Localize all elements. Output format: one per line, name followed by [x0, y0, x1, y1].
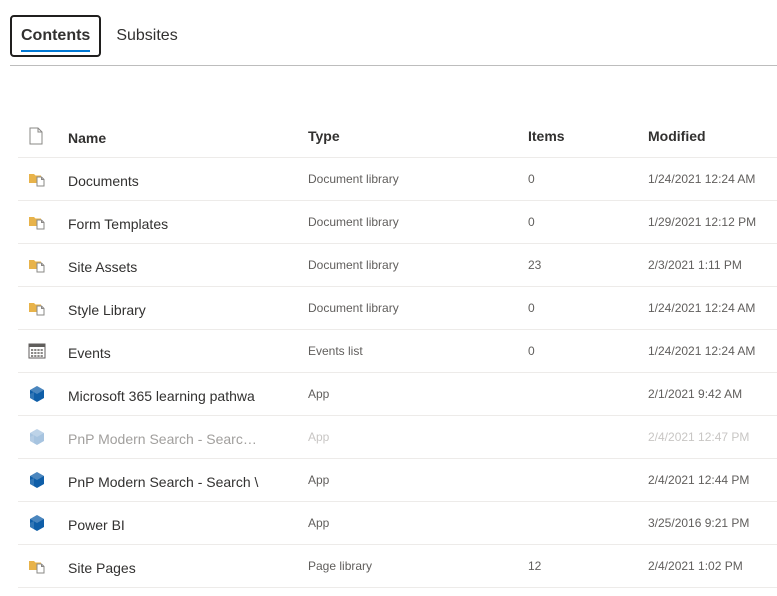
item-count: 0	[528, 172, 535, 186]
list-row[interactable]: PnP Modern Search - Searc… App 2/4/2021 12…	[18, 416, 777, 459]
item-type: App	[308, 473, 330, 487]
item-name-link[interactable]: PnP Modern Search - Search \	[68, 470, 268, 490]
library-icon	[18, 171, 68, 187]
tab-divider	[10, 65, 777, 66]
column-header-type[interactable]: Type	[308, 128, 528, 144]
item-modified: 2/1/2021 9:42 AM	[648, 387, 743, 401]
list-row[interactable]: Microsoft 365 learning pathwa App 2/1/2021…	[18, 373, 777, 416]
item-type: Page library	[308, 559, 373, 573]
item-type: Document library	[308, 215, 399, 229]
library-icon	[18, 257, 68, 273]
tab-subsites[interactable]: Subsites	[107, 17, 186, 55]
item-modified: 3/25/2016 9:21 PM	[648, 516, 750, 530]
item-modified: 1/29/2021 12:12 PM	[648, 215, 757, 229]
tab-bar: Contents Subsites	[10, 15, 187, 57]
item-name-link[interactable]: PnP Modern Search - Searc…	[68, 427, 308, 447]
item-type: App	[308, 430, 330, 444]
list-row[interactable]: Power BI App 3/25/2016 9:21 PM	[18, 502, 777, 545]
list-header: Name Type Items Modified	[18, 114, 777, 158]
item-type: App	[308, 516, 330, 530]
calendar-icon	[18, 343, 68, 359]
item-modified: 2/3/2021 1:11 PM	[648, 258, 742, 272]
item-name-link[interactable]: Form Templates	[68, 212, 308, 232]
item-type: Document library	[308, 258, 399, 272]
list-row[interactable]: Site Assets Document library 23 2/3/2021 1:…	[18, 244, 777, 287]
item-count: 0	[528, 301, 535, 315]
contents-list: Name Type Items Modified Documents Docume…	[18, 114, 777, 588]
item-count: 0	[528, 215, 535, 229]
item-type: Document library	[308, 172, 399, 186]
list-row[interactable]: Documents Document library 0 1/24/2021 12:2…	[18, 158, 777, 201]
item-type: App	[308, 387, 330, 401]
item-name-link[interactable]: Style Library	[68, 298, 308, 318]
item-modified: 1/24/2021 12:24 AM	[648, 301, 756, 315]
item-name-link[interactable]: Site Assets	[68, 255, 308, 275]
item-modified: 1/24/2021 12:24 AM	[648, 172, 756, 186]
library-icon	[18, 300, 68, 316]
item-type: Events list	[308, 344, 363, 358]
item-name-link[interactable]: Events	[68, 341, 308, 361]
item-name-link[interactable]: Power BI	[68, 513, 308, 533]
list-row[interactable]: PnP Modern Search - Search \ App 2/4/2021 …	[18, 459, 777, 502]
document-icon	[29, 127, 43, 144]
item-modified: 1/24/2021 12:24 AM	[648, 344, 756, 358]
item-type: Document library	[308, 301, 399, 315]
item-name-link[interactable]: Microsoft 365 learning pathwa	[68, 384, 268, 404]
item-modified: 2/4/2021 12:47 PM	[648, 430, 750, 444]
list-row[interactable]: Style Library Document library 0 1/24/2021 …	[18, 287, 777, 330]
list-row[interactable]: Site Pages Page library 12 2/4/2021 1:02 PM	[18, 545, 777, 588]
library-icon	[18, 558, 68, 574]
column-header-name[interactable]: Name	[68, 126, 308, 146]
list-row[interactable]: Form Templates Document library 0 1/29/2021…	[18, 201, 777, 244]
library-icon	[18, 214, 68, 230]
item-modified: 2/4/2021 12:44 PM	[648, 473, 750, 487]
list-row[interactable]: Events Events list 0 1/24/2021 12:24 AM	[18, 330, 777, 373]
item-count: 23	[528, 258, 542, 272]
column-header-items[interactable]: Items	[528, 128, 648, 144]
item-name-link[interactable]: Documents	[68, 169, 308, 189]
app-icon	[18, 514, 68, 532]
item-modified: 2/4/2021 1:02 PM	[648, 559, 743, 573]
item-count: 12	[528, 559, 542, 573]
file-type-header[interactable]	[18, 127, 68, 145]
column-header-modified[interactable]: Modified	[648, 128, 777, 144]
tab-contents[interactable]: Contents	[10, 15, 102, 57]
app-icon	[18, 471, 68, 489]
item-name-link[interactable]: Site Pages	[68, 556, 308, 576]
app-icon	[18, 385, 68, 403]
item-count: 0	[528, 344, 535, 358]
app-icon	[18, 428, 68, 446]
